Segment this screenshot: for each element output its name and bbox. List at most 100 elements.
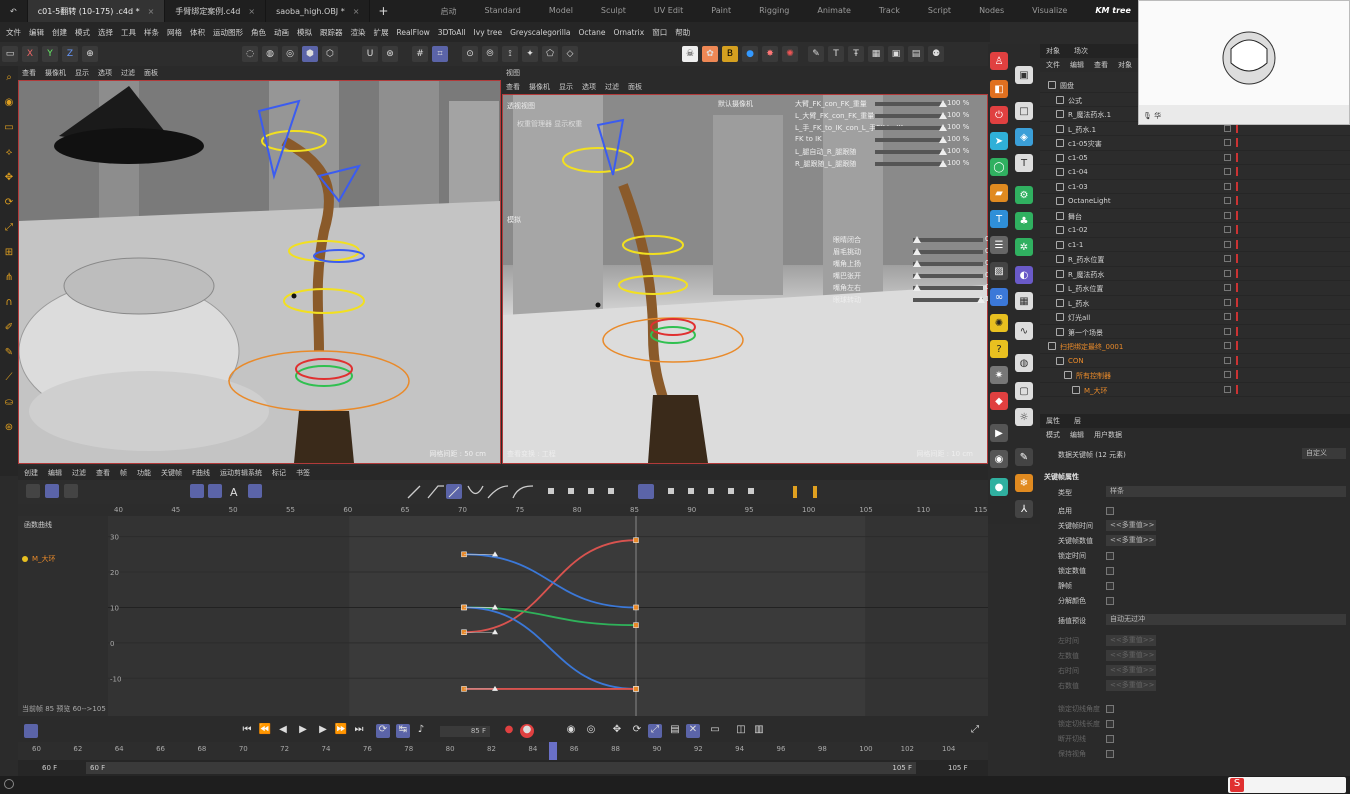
slider-track[interactable] [913,296,985,303]
key-sel-icon[interactable]: ◎ [584,724,598,738]
loop-icon[interactable]: ⟳ [376,724,390,738]
menu-item-0[interactable]: 文件 [2,27,25,38]
axis-z-button[interactable]: Z [62,46,78,62]
menu-item-17[interactable]: 3DToAll [434,28,470,37]
left-viewport[interactable]: 查看 摄像机 显示 选项 过滤 面板 网格间距 : 50 cm [18,66,501,464]
doc-tab-2[interactable]: saoba_high.OBJ * × [266,0,371,22]
scale-icon[interactable]: ⤢ [2,222,16,236]
menu-item-1[interactable]: 编辑 [25,27,48,38]
pla-key-icon[interactable]: ✕ [686,724,700,738]
octane-skull-icon[interactable]: ☠ [682,46,698,62]
attr-menu-0[interactable]: 模式 [1046,430,1060,440]
close-icon[interactable]: × [148,7,155,16]
obj-tab-0[interactable]: 对象 [1046,46,1060,56]
layout-a-icon[interactable]: ◫ [734,724,748,738]
attr-checkbox[interactable] [1106,582,1114,590]
diamond-icon[interactable]: ◆ [990,392,1008,410]
obj-tab-1[interactable]: 场次 [1074,46,1088,56]
render-dot[interactable] [1236,239,1238,249]
goto-end-icon[interactable]: ⏭ [352,724,366,738]
rotate-icon[interactable]: ⟳ [2,197,16,211]
expand-icon[interactable]: ⤢ [968,724,982,738]
live-select-icon[interactable]: ◉ [2,97,16,111]
drop-icon[interactable]: ● [742,46,758,62]
visibility-toggle[interactable] [1224,371,1231,378]
range-slider[interactable]: 60 F 105 F [86,762,916,774]
menu-item-18[interactable]: Ivy tree [470,28,507,37]
slider-knob[interactable] [939,148,947,155]
attr-field[interactable]: <<多重值>> [1106,520,1156,531]
menu-item-13[interactable]: 跟踪器 [316,27,347,38]
render-dot[interactable] [1236,210,1238,220]
visibility-toggle[interactable] [1224,211,1231,219]
render-view-icon[interactable]: ▦ [868,46,884,62]
object-row[interactable]: c1-05灾害 [1040,136,1350,151]
coordinate-icon[interactable]: ⊕ [82,46,98,62]
points-mode-icon[interactable]: ◌ [242,46,258,62]
object-mode-icon[interactable]: ⬢ [302,46,318,62]
link-icon[interactable]: ∞ [990,288,1008,306]
menu-item-6[interactable]: 样条 [140,27,163,38]
slider-knob[interactable] [939,124,947,131]
render-dot[interactable] [1236,341,1238,350]
attr-menu-2[interactable]: 用户数据 [1094,430,1122,440]
visibility-toggle[interactable] [1224,240,1231,248]
left-vp-menu-1[interactable]: 摄像机 [45,68,66,78]
axis-y-button[interactable]: Y [42,46,58,62]
menu-item-20[interactable]: Octane [575,28,610,37]
stage-icon[interactable]: ▢ [1015,382,1033,400]
brush-icon[interactable]: ✐ [2,322,16,336]
slider-track[interactable] [875,148,947,155]
f-curve-graph[interactable]: 40 45 50 55 60 65 70 75 80 85 90 95 100 105 110 115 函数曲… [18,504,988,716]
left-vp-menu-4[interactable]: 过滤 [121,68,135,78]
right-vp-menu-5[interactable]: 面板 [628,82,642,92]
visibility-toggle[interactable] [1224,385,1231,393]
object-row[interactable]: R_药水位置 [1040,252,1350,267]
uv-mode-icon[interactable]: ⬡ [322,46,338,62]
attr-tab-1[interactable]: 层 [1074,416,1081,426]
sun-icon[interactable]: ✺ [990,314,1008,332]
menu-item-4[interactable]: 选择 [94,27,117,38]
prev-key-icon[interactable]: ⏪ [258,724,272,738]
visibility-toggle[interactable] [1224,226,1231,233]
snap-settings-icon[interactable]: ⊛ [382,46,398,62]
close-icon[interactable]: × [248,7,255,16]
octane-icon[interactable]: ◇ [562,46,578,62]
knife-icon[interactable]: ⟋ [2,372,16,386]
doc-tab-1[interactable]: 手臂绑定案例.c4d × [165,0,267,22]
slider-track[interactable] [875,136,947,143]
move-key-icon[interactable]: ✥ [610,724,624,738]
guide-icon[interactable]: ✦ [522,46,538,62]
axis-x-button[interactable]: X [22,46,38,62]
playhead-marker[interactable] [549,742,558,760]
snowflake-icon[interactable]: ❄ [1015,474,1033,492]
attr-field[interactable]: <<多重值>> [1106,535,1156,546]
layout-b-icon[interactable]: ▥ [752,724,766,738]
render-settings-icon[interactable]: ▤ [908,46,924,62]
visibility-toggle[interactable] [1224,356,1231,364]
render-dot[interactable] [1236,138,1238,147]
visibility-toggle[interactable] [1224,327,1231,335]
light-icon[interactable]: ☼ [1015,408,1033,426]
object-row[interactable]: OctaneLight [1040,194,1350,209]
timeline-tool-icons[interactable]: A [18,480,988,504]
timeline-menu-7[interactable]: F曲线 [192,468,210,478]
left-vp-menu-3[interactable]: 选项 [98,68,112,78]
layout-tab-9[interactable]: Script [914,6,965,17]
snap-icon[interactable]: U [362,46,378,62]
timeline-ruler[interactable]: 40 45 50 55 60 65 70 75 80 85 90 95 100 105 110 115 [18,504,988,516]
cube-view-icon[interactable]: ▣ [1015,66,1033,84]
scale-key-icon[interactable]: ⤢ [648,724,662,738]
menu-item-12[interactable]: 模拟 [293,27,316,38]
play-icon[interactable]: ▶ [990,424,1008,442]
symmetry-icon[interactable]: ⦾ [482,46,498,62]
menu-item-7[interactable]: 网格 [163,27,186,38]
workplane-icon[interactable]: # [412,46,428,62]
obj-menu-0[interactable]: 文件 [1046,60,1060,70]
slider-track[interactable] [913,272,983,279]
timeline-menu-2[interactable]: 过滤 [72,468,86,478]
model-mode-icon[interactable]: ▭ [2,46,18,62]
menu-item-2[interactable]: 创建 [48,27,71,38]
flame-icon[interactable]: ✺ [782,46,798,62]
slider-track[interactable] [913,284,983,291]
